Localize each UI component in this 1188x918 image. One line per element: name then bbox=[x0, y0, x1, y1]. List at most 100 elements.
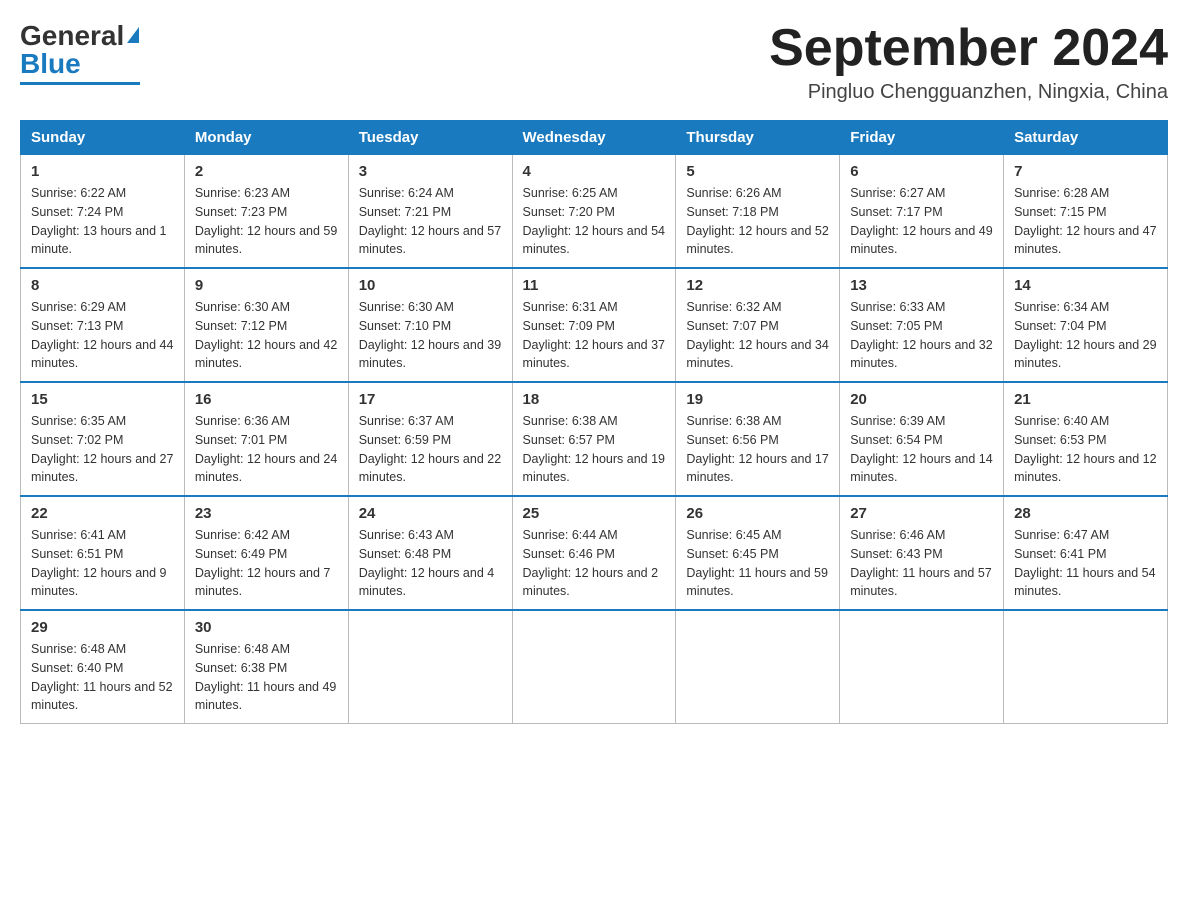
table-row: 26 Sunrise: 6:45 AMSunset: 6:45 PMDaylig… bbox=[676, 496, 840, 610]
table-row: 14 Sunrise: 6:34 AMSunset: 7:04 PMDaylig… bbox=[1004, 268, 1168, 382]
table-row: 16 Sunrise: 6:36 AMSunset: 7:01 PMDaylig… bbox=[184, 382, 348, 496]
day-info: Sunrise: 6:26 AMSunset: 7:18 PMDaylight:… bbox=[686, 186, 828, 256]
table-row bbox=[348, 610, 512, 724]
day-number: 1 bbox=[31, 163, 174, 180]
logo-arrow-icon bbox=[127, 27, 139, 43]
logo-underline bbox=[20, 82, 140, 85]
day-info: Sunrise: 6:35 AMSunset: 7:02 PMDaylight:… bbox=[31, 414, 173, 484]
day-info: Sunrise: 6:23 AMSunset: 7:23 PMDaylight:… bbox=[195, 186, 337, 256]
table-row: 4 Sunrise: 6:25 AMSunset: 7:20 PMDayligh… bbox=[512, 155, 676, 269]
table-row: 7 Sunrise: 6:28 AMSunset: 7:15 PMDayligh… bbox=[1004, 155, 1168, 269]
day-info: Sunrise: 6:47 AMSunset: 6:41 PMDaylight:… bbox=[1014, 528, 1156, 598]
table-row: 22 Sunrise: 6:41 AMSunset: 6:51 PMDaylig… bbox=[21, 496, 185, 610]
calendar-header-row: Sunday Monday Tuesday Wednesday Thursday… bbox=[21, 121, 1168, 155]
day-number: 13 bbox=[850, 277, 993, 294]
table-row bbox=[1004, 610, 1168, 724]
day-number: 6 bbox=[850, 163, 993, 180]
table-row: 6 Sunrise: 6:27 AMSunset: 7:17 PMDayligh… bbox=[840, 155, 1004, 269]
day-info: Sunrise: 6:46 AMSunset: 6:43 PMDaylight:… bbox=[850, 528, 992, 598]
day-info: Sunrise: 6:37 AMSunset: 6:59 PMDaylight:… bbox=[359, 414, 501, 484]
day-number: 19 bbox=[686, 391, 829, 408]
table-row: 21 Sunrise: 6:40 AMSunset: 6:53 PMDaylig… bbox=[1004, 382, 1168, 496]
day-info: Sunrise: 6:39 AMSunset: 6:54 PMDaylight:… bbox=[850, 414, 992, 484]
table-row: 2 Sunrise: 6:23 AMSunset: 7:23 PMDayligh… bbox=[184, 155, 348, 269]
day-info: Sunrise: 6:25 AMSunset: 7:20 PMDaylight:… bbox=[523, 186, 665, 256]
table-row: 5 Sunrise: 6:26 AMSunset: 7:18 PMDayligh… bbox=[676, 155, 840, 269]
day-info: Sunrise: 6:38 AMSunset: 6:56 PMDaylight:… bbox=[686, 414, 828, 484]
day-number: 8 bbox=[31, 277, 174, 294]
day-info: Sunrise: 6:24 AMSunset: 7:21 PMDaylight:… bbox=[359, 186, 501, 256]
table-row: 23 Sunrise: 6:42 AMSunset: 6:49 PMDaylig… bbox=[184, 496, 348, 610]
day-info: Sunrise: 6:32 AMSunset: 7:07 PMDaylight:… bbox=[686, 300, 828, 370]
table-row: 25 Sunrise: 6:44 AMSunset: 6:46 PMDaylig… bbox=[512, 496, 676, 610]
day-number: 10 bbox=[359, 277, 502, 294]
header-wednesday: Wednesday bbox=[512, 121, 676, 155]
table-row: 10 Sunrise: 6:30 AMSunset: 7:10 PMDaylig… bbox=[348, 268, 512, 382]
header-saturday: Saturday bbox=[1004, 121, 1168, 155]
header-thursday: Thursday bbox=[676, 121, 840, 155]
month-title: September 2024 bbox=[769, 20, 1168, 77]
page-header: General Blue September 2024 Pingluo Chen… bbox=[20, 20, 1168, 104]
table-row: 28 Sunrise: 6:47 AMSunset: 6:41 PMDaylig… bbox=[1004, 496, 1168, 610]
table-row: 9 Sunrise: 6:30 AMSunset: 7:12 PMDayligh… bbox=[184, 268, 348, 382]
day-info: Sunrise: 6:45 AMSunset: 6:45 PMDaylight:… bbox=[686, 528, 828, 598]
day-info: Sunrise: 6:28 AMSunset: 7:15 PMDaylight:… bbox=[1014, 186, 1156, 256]
day-number: 7 bbox=[1014, 163, 1157, 180]
calendar-week-row: 29 Sunrise: 6:48 AMSunset: 6:40 PMDaylig… bbox=[21, 610, 1168, 724]
table-row: 20 Sunrise: 6:39 AMSunset: 6:54 PMDaylig… bbox=[840, 382, 1004, 496]
day-info: Sunrise: 6:44 AMSunset: 6:46 PMDaylight:… bbox=[523, 528, 659, 598]
day-number: 3 bbox=[359, 163, 502, 180]
day-info: Sunrise: 6:41 AMSunset: 6:51 PMDaylight:… bbox=[31, 528, 167, 598]
day-info: Sunrise: 6:42 AMSunset: 6:49 PMDaylight:… bbox=[195, 528, 331, 598]
table-row: 24 Sunrise: 6:43 AMSunset: 6:48 PMDaylig… bbox=[348, 496, 512, 610]
day-info: Sunrise: 6:38 AMSunset: 6:57 PMDaylight:… bbox=[523, 414, 665, 484]
day-number: 9 bbox=[195, 277, 338, 294]
day-number: 27 bbox=[850, 505, 993, 522]
day-number: 28 bbox=[1014, 505, 1157, 522]
day-number: 17 bbox=[359, 391, 502, 408]
table-row: 12 Sunrise: 6:32 AMSunset: 7:07 PMDaylig… bbox=[676, 268, 840, 382]
header-monday: Monday bbox=[184, 121, 348, 155]
day-info: Sunrise: 6:48 AMSunset: 6:40 PMDaylight:… bbox=[31, 642, 173, 712]
table-row: 11 Sunrise: 6:31 AMSunset: 7:09 PMDaylig… bbox=[512, 268, 676, 382]
day-info: Sunrise: 6:43 AMSunset: 6:48 PMDaylight:… bbox=[359, 528, 495, 598]
table-row: 30 Sunrise: 6:48 AMSunset: 6:38 PMDaylig… bbox=[184, 610, 348, 724]
day-number: 20 bbox=[850, 391, 993, 408]
day-info: Sunrise: 6:34 AMSunset: 7:04 PMDaylight:… bbox=[1014, 300, 1156, 370]
table-row bbox=[676, 610, 840, 724]
title-area: September 2024 Pingluo Chengguanzhen, Ni… bbox=[769, 20, 1168, 104]
table-row: 8 Sunrise: 6:29 AMSunset: 7:13 PMDayligh… bbox=[21, 268, 185, 382]
calendar-week-row: 22 Sunrise: 6:41 AMSunset: 6:51 PMDaylig… bbox=[21, 496, 1168, 610]
day-info: Sunrise: 6:33 AMSunset: 7:05 PMDaylight:… bbox=[850, 300, 992, 370]
table-row: 3 Sunrise: 6:24 AMSunset: 7:21 PMDayligh… bbox=[348, 155, 512, 269]
day-number: 16 bbox=[195, 391, 338, 408]
day-number: 21 bbox=[1014, 391, 1157, 408]
day-number: 11 bbox=[523, 277, 666, 294]
logo: General Blue bbox=[20, 20, 140, 85]
day-info: Sunrise: 6:29 AMSunset: 7:13 PMDaylight:… bbox=[31, 300, 173, 370]
day-number: 12 bbox=[686, 277, 829, 294]
calendar-table: Sunday Monday Tuesday Wednesday Thursday… bbox=[20, 120, 1168, 724]
day-info: Sunrise: 6:48 AMSunset: 6:38 PMDaylight:… bbox=[195, 642, 337, 712]
table-row bbox=[512, 610, 676, 724]
day-info: Sunrise: 6:30 AMSunset: 7:10 PMDaylight:… bbox=[359, 300, 501, 370]
table-row: 19 Sunrise: 6:38 AMSunset: 6:56 PMDaylig… bbox=[676, 382, 840, 496]
day-number: 4 bbox=[523, 163, 666, 180]
day-number: 24 bbox=[359, 505, 502, 522]
calendar-week-row: 15 Sunrise: 6:35 AMSunset: 7:02 PMDaylig… bbox=[21, 382, 1168, 496]
day-info: Sunrise: 6:31 AMSunset: 7:09 PMDaylight:… bbox=[523, 300, 665, 370]
table-row: 13 Sunrise: 6:33 AMSunset: 7:05 PMDaylig… bbox=[840, 268, 1004, 382]
calendar-week-row: 8 Sunrise: 6:29 AMSunset: 7:13 PMDayligh… bbox=[21, 268, 1168, 382]
day-number: 26 bbox=[686, 505, 829, 522]
table-row: 1 Sunrise: 6:22 AMSunset: 7:24 PMDayligh… bbox=[21, 155, 185, 269]
day-number: 23 bbox=[195, 505, 338, 522]
day-number: 22 bbox=[31, 505, 174, 522]
day-info: Sunrise: 6:40 AMSunset: 6:53 PMDaylight:… bbox=[1014, 414, 1156, 484]
calendar-week-row: 1 Sunrise: 6:22 AMSunset: 7:24 PMDayligh… bbox=[21, 155, 1168, 269]
header-tuesday: Tuesday bbox=[348, 121, 512, 155]
day-number: 15 bbox=[31, 391, 174, 408]
location-title: Pingluo Chengguanzhen, Ningxia, China bbox=[769, 81, 1168, 104]
day-info: Sunrise: 6:27 AMSunset: 7:17 PMDaylight:… bbox=[850, 186, 992, 256]
table-row bbox=[840, 610, 1004, 724]
table-row: 18 Sunrise: 6:38 AMSunset: 6:57 PMDaylig… bbox=[512, 382, 676, 496]
